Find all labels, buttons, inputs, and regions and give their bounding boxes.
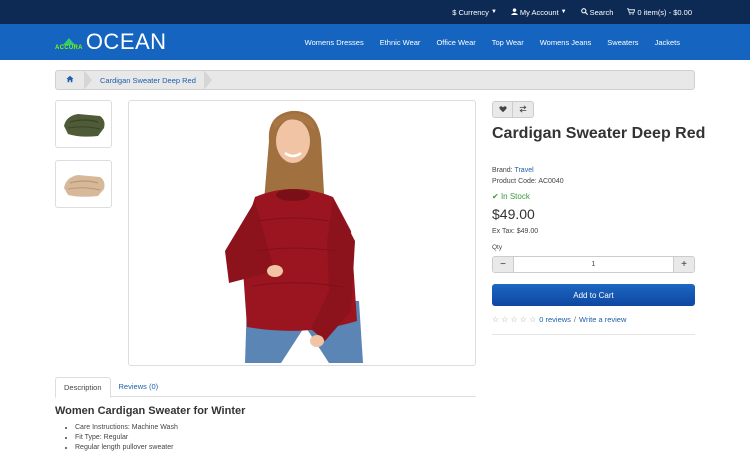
list-item: Care Instructions: Machine Wash <box>75 423 178 433</box>
star-empty-icon: ☆ <box>529 315 537 324</box>
add-to-cart-button[interactable]: Add to Cart <box>492 284 695 306</box>
breadcrumb: Cardigan Sweater Deep Red <box>55 70 695 90</box>
star-empty-icon: ☆ <box>501 315 509 324</box>
qty-input[interactable] <box>513 257 674 272</box>
reviews-link[interactable]: 0 reviews <box>539 315 571 324</box>
search-label: Search <box>589 7 614 17</box>
divider <box>492 334 695 335</box>
nav-jackets[interactable]: Jackets <box>647 38 688 47</box>
currency-dropdown[interactable]: $ Currency ▼ <box>452 8 497 17</box>
search-icon <box>580 7 588 17</box>
breadcrumb-separator <box>203 71 212 89</box>
breadcrumb-separator <box>84 71 92 89</box>
product-price: $49.00 <box>492 206 535 222</box>
product-code: Product Code: AC0040 <box>492 178 564 185</box>
logo[interactable]: ACCURA OCEAN <box>55 31 167 53</box>
cart-button[interactable]: 0 item(s) - $0.00 <box>627 8 692 17</box>
description-list: Care Instructions: Machine Wash Fit Type… <box>75 423 178 453</box>
description-title: Women Cardigan Sweater for Winter <box>55 405 246 417</box>
search-toggle[interactable]: Search <box>580 7 614 17</box>
top-bar: $ Currency ▼ My Account ▼ Search 0 item(… <box>0 0 750 24</box>
stock-label: In Stock <box>500 192 530 201</box>
account-label: My Account <box>519 7 559 17</box>
logo-text: OCEAN <box>85 29 167 54</box>
logo-mark: ACCURA <box>55 38 83 51</box>
nav-womens-dresses[interactable]: Womens Dresses <box>297 38 372 47</box>
thumbnail-2[interactable] <box>55 160 112 208</box>
cart-total: 0 item(s) - $0.00 <box>637 7 692 17</box>
cart-icon <box>627 7 636 17</box>
compare-button[interactable] <box>513 101 534 118</box>
code-value: AC0040 <box>538 178 564 185</box>
heart-icon <box>498 105 507 115</box>
nav-sweaters[interactable]: Sweaters <box>599 38 646 47</box>
logo-small-text: ACCURA <box>55 45 83 51</box>
breadcrumb-current[interactable]: Cardigan Sweater Deep Red <box>92 76 204 85</box>
rating-row: ☆ ☆ ☆ ☆ ☆ 0 reviews / Write a review <box>492 315 626 324</box>
breadcrumb-home[interactable] <box>56 71 84 89</box>
ex-tax: Ex Tax: $49.00 <box>492 228 539 235</box>
thumbnail-1[interactable] <box>55 100 112 148</box>
code-label: Product Code: <box>492 178 537 185</box>
folded-sweater-beige-image <box>63 175 104 197</box>
brand-link[interactable]: Travel <box>514 167 533 174</box>
brand-label: Brand: <box>492 167 513 174</box>
caret-down-icon: ▼ <box>490 9 497 15</box>
nav-office-wear[interactable]: Office Wear <box>428 38 483 47</box>
caret-down-icon: ▼ <box>560 9 567 15</box>
product-brand: Brand: Travel <box>492 167 534 174</box>
tab-reviews[interactable]: Reviews (0) <box>111 377 167 396</box>
star-empty-icon: ☆ <box>492 315 500 324</box>
model-red-sweater-image <box>225 110 363 363</box>
logo-triangle-icon <box>62 38 75 45</box>
write-review-link[interactable]: Write a review <box>579 315 626 324</box>
home-icon <box>66 75 74 85</box>
main-product-image[interactable] <box>128 100 476 366</box>
list-item: Fit Type: Regular <box>75 433 178 443</box>
qty-increase-button[interactable]: + <box>674 257 694 272</box>
account-dropdown[interactable]: My Account ▼ <box>510 7 567 17</box>
check-icon: ✔ <box>492 192 499 201</box>
separator: / <box>573 315 577 324</box>
header: ACCURA OCEAN Womens Dresses Ethnic Wear … <box>0 24 750 60</box>
qty-label: Qty <box>492 244 503 251</box>
folded-sweater-green-image <box>63 114 104 137</box>
star-rating: ☆ ☆ ☆ ☆ ☆ <box>492 315 536 324</box>
tab-description[interactable]: Description <box>55 377 111 398</box>
stock-status: ✔ In Stock <box>492 192 530 201</box>
currency-label: $ Currency <box>452 7 489 17</box>
wishlist-button[interactable] <box>492 101 513 118</box>
product-action-buttons <box>492 101 534 118</box>
nav-top-wear[interactable]: Top Wear <box>484 38 532 47</box>
compare-icon <box>519 104 527 115</box>
nav-womens-jeans[interactable]: Womens Jeans <box>532 38 600 47</box>
star-empty-icon: ☆ <box>510 315 518 324</box>
product-title: Cardigan Sweater Deep Red <box>492 125 706 142</box>
nav-ethnic-wear[interactable]: Ethnic Wear <box>372 38 429 47</box>
main-nav: Womens Dresses Ethnic Wear Office Wear T… <box>297 24 688 60</box>
product-tabs: Description Reviews (0) <box>55 377 476 398</box>
user-icon <box>510 7 518 17</box>
star-empty-icon: ☆ <box>519 315 527 324</box>
qty-decrease-button[interactable]: − <box>493 257 513 272</box>
list-item: Regular length pullover sweater <box>75 443 178 453</box>
quantity-stepper: − + <box>492 256 695 273</box>
